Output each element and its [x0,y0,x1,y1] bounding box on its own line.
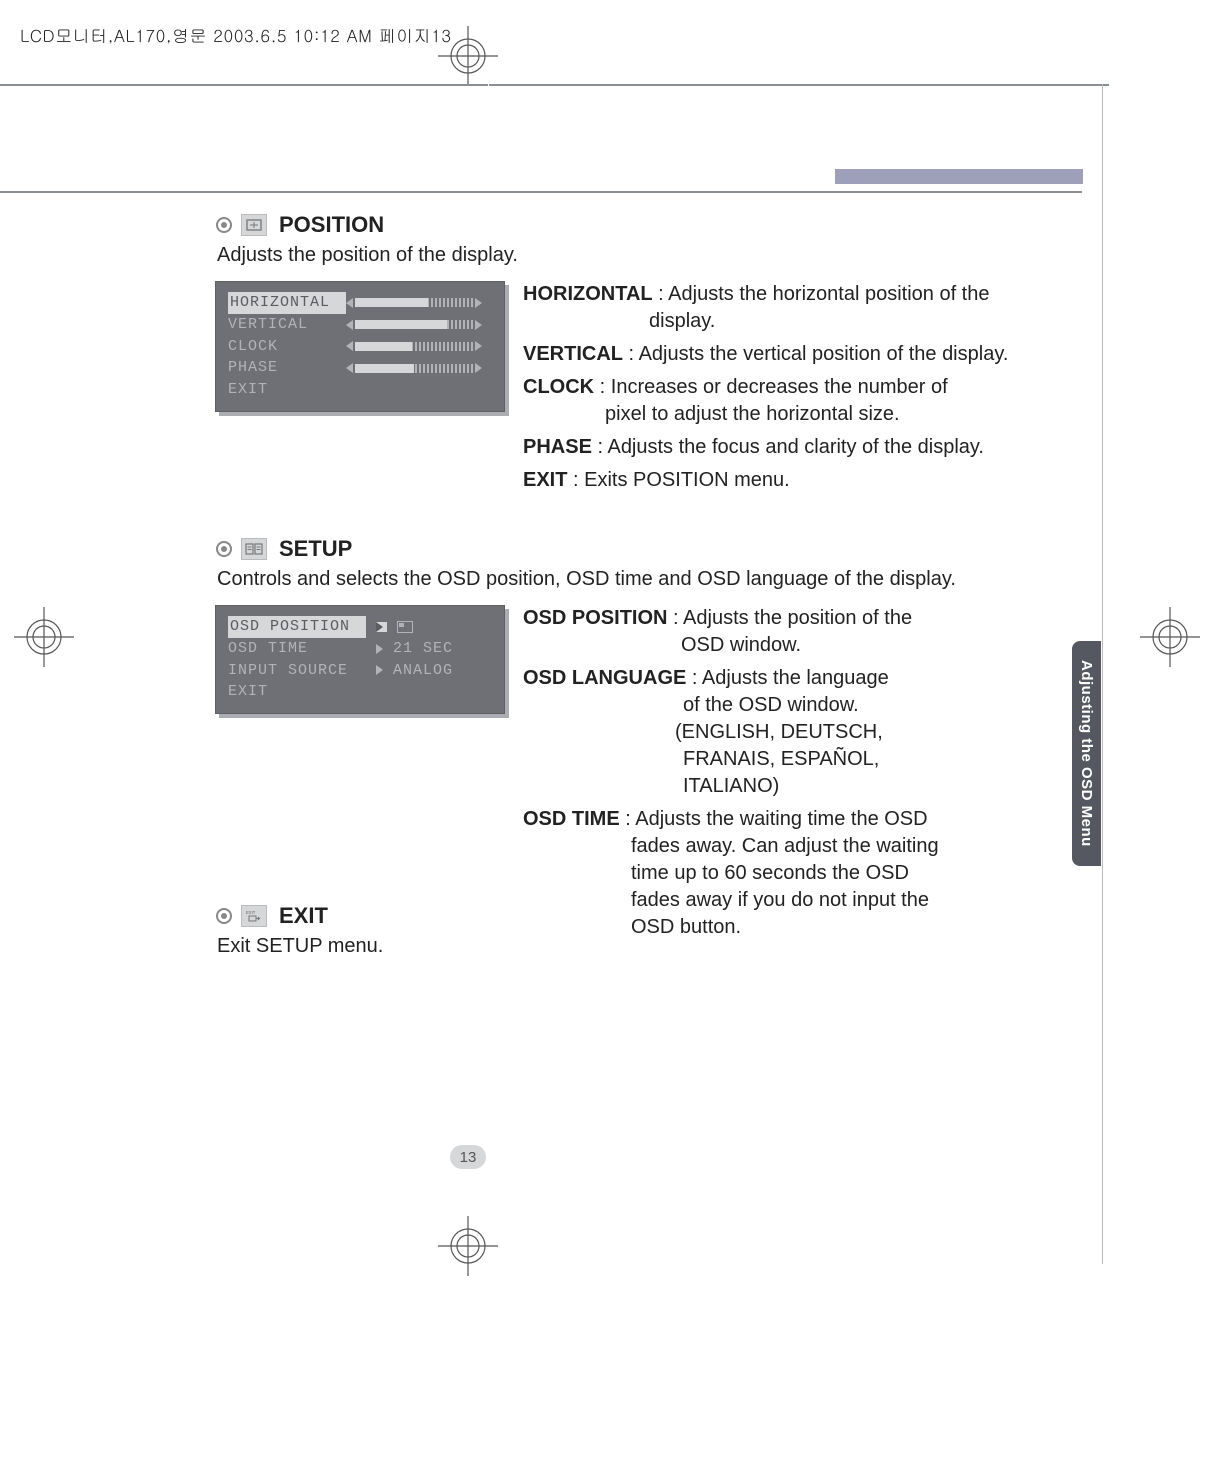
setup-explanations: OSD POSITION : Adjusts the position of t… [523,605,1075,947]
osd-item-horizontal: HORIZONTAL [228,292,346,314]
setup-menu-icon [241,538,267,560]
osd-time-desc-line3: time up to 60 seconds the OSD [523,862,909,884]
osd-item-exit: EXIT [228,379,346,401]
position-intro: Adjusts the position of the display. [217,244,1075,267]
osd-time-desc: : Adjusts the waiting time the OSD [620,808,928,830]
file-stamp: LCD모니터,AL170,영문 2003.6.5 10:12 AM 페이지13 [20,23,452,47]
osd-language-desc-line4: FRANAIS, ESPAÑOL, [523,748,879,770]
bullet-icon [215,907,233,925]
position-title: POSITION [279,212,384,238]
position-explanations: HORIZONTAL : Adjusts the horizontal posi… [523,281,1075,500]
main-content: POSITION Adjusts the position of the dis… [215,212,1075,972]
phase-desc: : Adjusts the focus and clarity of the d… [592,436,984,458]
setup-heading: SETUP [215,536,1075,562]
bullet-icon [215,216,233,234]
osd-language-desc-line3: (ENGLISH, DEUTSCH, [523,721,883,743]
clock-term: CLOCK [523,376,594,398]
position-heading: POSITION [215,212,1075,238]
exit-intro: Exit SETUP menu. [217,935,1075,958]
horizontal-term: HORIZONTAL [523,283,653,305]
header-rule [0,191,1082,193]
osd-time-term: OSD TIME [523,808,620,830]
setup-title: SETUP [279,536,352,562]
osd-language-desc-line2: of the OSD window. [523,694,859,716]
clock-desc: : Increases or decreases the number of [594,376,948,398]
osd-item-input-source: INPUT SOURCE [228,660,366,682]
osd-position-term: OSD POSITION [523,607,667,629]
osd-time-value: 21 SEC [393,638,453,660]
osd-language-desc-line5: ITALIANO) [523,775,779,797]
osd-language-desc: : Adjusts the language [686,667,888,689]
right-vertical-rule [1102,84,1103,1264]
osd-item-exit: EXIT [228,681,366,703]
side-tab: Adjusting the OSD Menu [1072,641,1101,866]
phase-term: PHASE [523,436,592,458]
page-edge-rule [0,84,488,86]
osd-position-desc: : Adjusts the position of the [667,607,912,629]
vertical-term: VERTICAL [523,343,623,365]
registration-mark-icon [438,26,498,86]
bullet-icon [215,540,233,558]
clock-desc-line2: pixel to adjust the horizontal size. [523,403,900,425]
vertical-desc: : Adjusts the vertical position of the d… [623,343,1008,365]
input-source-value: ANALOG [393,660,453,682]
setup-osd-figure: OSD POSITION OSD TIME 21 SEC INPUT SOURC… [215,605,505,714]
registration-mark-icon [1140,607,1200,667]
setup-intro: Controls and selects the OSD position, O… [217,568,1075,591]
osd-item-clock: CLOCK [228,336,346,358]
osd-item-vertical: VERTICAL [228,314,346,336]
header-accent-bar [835,169,1083,184]
exit-term: EXIT [523,469,567,491]
registration-mark-icon [14,607,74,667]
horizontal-desc: : Adjusts the horizontal position of the [653,283,990,305]
registration-mark-icon [438,1216,498,1276]
osd-item-osd-position: OSD POSITION [228,616,366,638]
exit-heading: EXIT EXIT [215,903,1075,929]
osd-position-indicator-icon [397,621,413,633]
position-osd-figure: HORIZONTAL VERTICAL CLOCK PHASE EXIT [215,281,505,412]
osd-item-osd-time: OSD TIME [228,638,366,660]
page-number: 13 [450,1145,486,1169]
svg-text:EXIT: EXIT [246,910,256,915]
position-menu-icon [241,214,267,236]
page-edge-rule [489,84,1109,86]
osd-item-phase: PHASE [228,357,346,379]
osd-language-term: OSD LANGUAGE [523,667,686,689]
side-tab-label: Adjusting the OSD Menu [1078,660,1095,847]
osd-position-desc-line2: OSD window. [523,634,801,656]
horizontal-desc-line2: display. [523,310,715,332]
exit-menu-icon: EXIT [241,905,267,927]
exit-desc: : Exits POSITION menu. [567,469,789,491]
osd-time-desc-line2: fades away. Can adjust the waiting [523,835,939,857]
exit-title: EXIT [279,903,328,929]
